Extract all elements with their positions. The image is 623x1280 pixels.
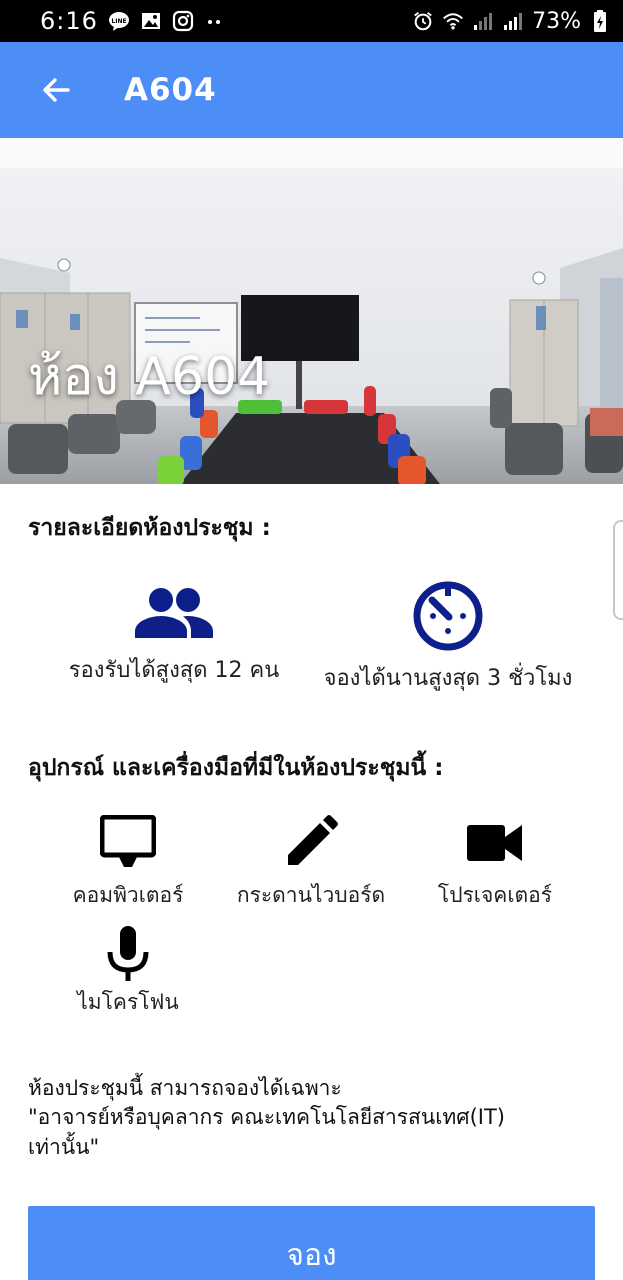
status-time: 6:16 xyxy=(40,7,98,35)
duration-info: จองได้นานสูงสุด 3 ชั่วโมง xyxy=(310,580,586,695)
wifi-icon xyxy=(442,10,464,32)
back-button[interactable] xyxy=(26,60,86,120)
alarm-icon xyxy=(412,10,434,32)
equipment-item-microphone: ไมโครโฟน xyxy=(28,926,228,1019)
duration-label: จองได้นานสูงสุด 3 ชั่วโมง xyxy=(323,666,573,691)
capacity-info: รองรับได้สูงสุด 12 คน xyxy=(62,578,286,687)
gallery-icon xyxy=(140,10,162,32)
status-bar: 6:16 LINE 73% xyxy=(0,0,623,42)
equipment-item-computer: คอมพิวเตอร์ xyxy=(28,815,228,912)
equipment-label: กระดานไวบอร์ด xyxy=(236,883,386,907)
people-icon xyxy=(135,588,213,638)
capacity-label: รองรับได้สูงสุด 12 คน xyxy=(68,658,280,683)
room-photo: ห้อง A604 xyxy=(0,138,623,484)
equipment-item-projector: โปรเจคเตอร์ xyxy=(395,815,595,912)
book-button[interactable]: จอง xyxy=(28,1206,595,1280)
equipment-item-whiteboard: กระดานไวบอร์ด xyxy=(211,815,411,912)
battery-percent: 73% xyxy=(532,8,581,34)
note-line: เท่านั้น" xyxy=(28,1134,100,1159)
battery-icon xyxy=(589,10,611,32)
video-camera-icon xyxy=(467,825,522,861)
booking-restriction-note: ห้องประชุมนี้ สามารถจองได้เฉพาะ "อาจารย์… xyxy=(28,1074,588,1162)
signal-icon xyxy=(502,10,524,32)
scroll-edge-indicator xyxy=(613,520,623,620)
equipment-label: คอมพิวเตอร์ xyxy=(72,883,184,907)
details-heading: รายละเอียดห้องประชุม : xyxy=(28,515,271,541)
timer-icon xyxy=(413,581,483,651)
monitor-icon xyxy=(100,815,156,867)
app-bar: A604 xyxy=(0,42,623,138)
svg-text:LINE: LINE xyxy=(111,18,126,25)
equipment-heading: อุปกรณ์ และเครื่องมือที่มีในห้องประชุมนี… xyxy=(28,755,444,781)
meeting-room-illustration xyxy=(0,138,623,484)
signal-icon xyxy=(472,10,494,32)
more-dots-icon xyxy=(204,10,226,32)
note-line: "อาจารย์หรือบุคลากร คณะเทคโนโลยีสารสนเทศ… xyxy=(28,1105,505,1130)
room-title: ห้อง A604 xyxy=(28,347,271,407)
instagram-icon xyxy=(172,10,194,32)
equipment-label: โปรเจคเตอร์ xyxy=(437,883,553,907)
equipment-label: ไมโครโฟน xyxy=(77,990,179,1014)
page-title: A604 xyxy=(124,72,217,108)
line-icon: LINE xyxy=(108,10,130,32)
pencil-icon xyxy=(288,815,338,865)
microphone-icon xyxy=(107,926,149,981)
arrow-back-icon xyxy=(43,78,70,102)
note-line: ห้องประชุมนี้ สามารถจองได้เฉพาะ xyxy=(28,1076,342,1100)
